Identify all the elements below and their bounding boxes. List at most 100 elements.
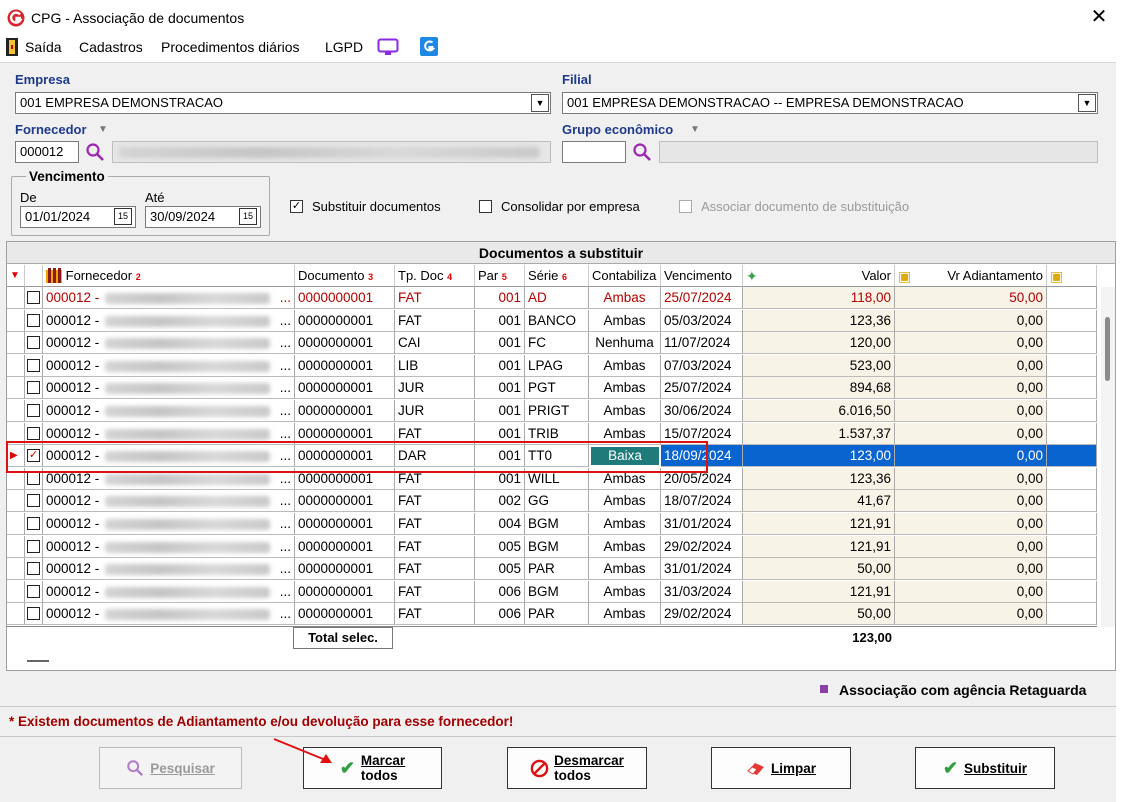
redacted-area [105, 338, 270, 350]
cell-venc: 11/07/2024 [661, 332, 743, 355]
ellipsis-button[interactable]: ... [280, 287, 291, 308]
filial-select[interactable]: 001 EMPRESA DEMONSTRACAO -- EMPRESA DEMO… [562, 92, 1098, 114]
fornecedor-code: 000012 - [46, 290, 100, 305]
cell-serie: BANCO [525, 309, 589, 332]
substituir-label: Substituir documentos [312, 199, 441, 214]
table-row[interactable]: 000012 -... 0000000001 CAI 001 FC Nenhuma 11/0… [7, 332, 1097, 355]
substituir-button[interactable]: ✔ Substituir [915, 747, 1055, 789]
row-checkbox[interactable] [27, 562, 40, 576]
check-header[interactable] [25, 265, 43, 287]
col-fornecedor[interactable]: Fornecedor 2 [43, 265, 295, 287]
col-vencimento[interactable]: Vencimento [661, 265, 743, 287]
ellipsis-button[interactable]: ... [280, 400, 291, 421]
calendar-icon[interactable]: 15 [114, 208, 132, 225]
table-row[interactable]: 000012 -... 0000000001 FAT 001 BANCO Ambas 05/… [7, 309, 1097, 332]
cell-valor: 50,00 [743, 603, 895, 626]
cell-doc: 0000000001 [295, 513, 395, 535]
ellipsis-button[interactable]: ... [280, 581, 291, 602]
grid-splitter[interactable] [27, 660, 49, 662]
cell-par: 001 [475, 354, 525, 377]
menu-procedimentos[interactable]: Procedimentos diários [161, 39, 300, 55]
row-indicator [7, 535, 25, 558]
ellipsis-button[interactable]: ... [280, 490, 291, 511]
cell-doc: 0000000001 [295, 490, 395, 513]
row-checkbox[interactable] [27, 517, 40, 530]
close-button[interactable]: ✕ [1088, 6, 1110, 28]
col-tpdoc[interactable]: Tp. Doc 4 [395, 265, 475, 287]
row-checkbox[interactable] [27, 381, 40, 395]
cell-serie: PGT [525, 377, 589, 400]
table-row[interactable]: 000012 -... 0000000001 FAT 005 PAR Ambas 31/01… [7, 558, 1097, 581]
table-row[interactable]: 000012 -... 0000000001 FAT 006 PAR Ambas 29/02… [7, 603, 1097, 626]
chevron-down-icon[interactable]: ▼ [1078, 94, 1096, 112]
row-checkbox[interactable] [27, 584, 40, 598]
ellipsis-button[interactable]: ... [280, 332, 291, 353]
consolidar-checkbox[interactable] [479, 200, 492, 213]
row-checkbox[interactable] [27, 404, 40, 417]
col-serie[interactable]: Série 6 [525, 265, 589, 287]
app-shortcut-icon[interactable] [420, 37, 438, 56]
grupo-code-input[interactable] [562, 141, 626, 163]
ellipsis-button[interactable]: ... [280, 558, 291, 579]
pesquisar-button[interactable]: Pesquisar [99, 747, 242, 789]
chevron-down-icon[interactable]: ▼ [531, 94, 549, 112]
search-icon[interactable] [632, 142, 652, 162]
menu-saida[interactable]: Saída [25, 39, 62, 55]
row-checkbox[interactable] [27, 313, 40, 327]
row-checkbox[interactable] [27, 291, 40, 304]
right-edge [1116, 0, 1122, 802]
row-checkbox[interactable] [27, 607, 40, 621]
ate-date-value: 30/09/2024 [150, 209, 216, 224]
sort-indicator: 2 [135, 272, 141, 282]
ellipsis-button[interactable]: ... [280, 603, 291, 624]
cell-valor: 120,00 [743, 332, 895, 355]
col-par[interactable]: Par 5 [475, 265, 525, 287]
table-row[interactable]: 000012 -... 0000000001 FAT 006 BGM Ambas 31/03… [7, 580, 1097, 603]
monitor-icon[interactable] [377, 38, 399, 56]
table-row[interactable]: 000012 -... 0000000001 FAT 001 AD Ambas 25/07/… [7, 287, 1097, 309]
col-valor[interactable]: ✦ Valor [743, 265, 895, 287]
ellipsis-button[interactable]: ... [280, 377, 291, 398]
table-row[interactable]: 000012 -... 0000000001 FAT 004 BGM Ambas 31/01… [7, 513, 1097, 535]
search-icon[interactable] [85, 142, 105, 162]
cell-adiant: 0,00 [895, 558, 1047, 581]
table-row[interactable]: 000012 -... 0000000001 JUR 001 PRIGT Ambas 30/… [7, 400, 1097, 422]
cell-adiant: 0,00 [895, 535, 1047, 558]
table-row[interactable]: 000012 -... 0000000001 FAT 005 BGM Ambas 29/02… [7, 535, 1097, 558]
de-date-input[interactable]: 01/01/2024 15 [20, 206, 136, 228]
desmarcar-label: Desmarcar todos [554, 753, 624, 783]
menu-lgpd[interactable]: LGPD [325, 39, 363, 55]
row-checkbox[interactable] [27, 358, 40, 372]
table-row[interactable]: 000012 -... 0000000001 JUR 001 PGT Ambas 25/07… [7, 377, 1097, 400]
menu-cadastros[interactable]: Cadastros [79, 39, 143, 55]
row-checkbox-cell [25, 490, 43, 513]
ellipsis-button[interactable]: ... [280, 536, 291, 557]
col-adiantamento[interactable]: ▣ Vr Adiantamento [895, 265, 1047, 287]
row-checkbox[interactable] [27, 336, 40, 350]
table-row[interactable]: 000012 -... 0000000001 FAT 002 GG Ambas 18/07/… [7, 490, 1097, 513]
ellipsis-button[interactable]: ... [280, 310, 291, 331]
empresa-select[interactable]: 001 EMPRESA DEMONSTRACAO ▼ [15, 92, 551, 114]
cell-empty [1047, 513, 1097, 535]
scrollbar-thumb[interactable] [1105, 317, 1110, 381]
row-checkbox[interactable] [27, 426, 40, 440]
ellipsis-button[interactable]: ... [280, 513, 291, 534]
annotation-arrow-icon [273, 738, 332, 763]
calendar-icon[interactable]: 15 [239, 208, 257, 225]
row-checkbox[interactable] [27, 471, 40, 485]
row-checkbox[interactable] [27, 494, 40, 508]
vertical-scrollbar[interactable] [1101, 287, 1115, 627]
fornecedor-code-input[interactable]: 000012 [15, 141, 79, 163]
limpar-button[interactable]: Limpar [711, 747, 851, 789]
row-checkbox[interactable] [27, 539, 40, 553]
total-selec-value: 123,00 [852, 630, 892, 645]
desmarcar-todos-button[interactable]: Desmarcar todos [507, 747, 647, 789]
col-documento[interactable]: Documento 3 [295, 265, 395, 287]
col-contabiliza[interactable]: Contabiliza [589, 265, 661, 287]
cell-valor: 50,00 [743, 558, 895, 581]
ellipsis-button[interactable]: ... [280, 355, 291, 376]
table-row[interactable]: 000012 -... 0000000001 LIB 001 LPAG Ambas 07/0… [7, 354, 1097, 377]
sort-indicator: 5 [501, 272, 507, 282]
ate-date-input[interactable]: 30/09/2024 15 [145, 206, 261, 228]
substituir-checkbox[interactable]: ✓ [290, 200, 303, 213]
